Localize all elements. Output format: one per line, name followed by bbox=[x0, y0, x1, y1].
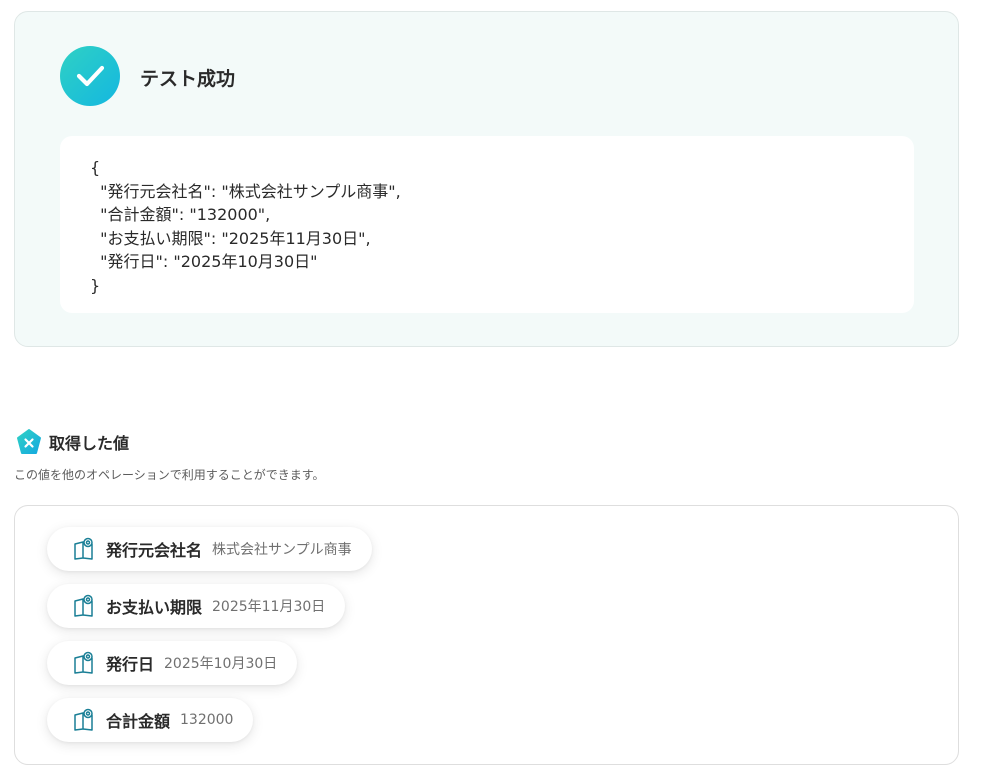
value-key: 合計金額 bbox=[106, 712, 171, 731]
output-value-icon bbox=[74, 708, 93, 731]
test-result-title: テスト成功 bbox=[140, 68, 236, 90]
acquired-values-panel: 発行元会社名 株式会社サンプル商事 お支払い期限 2025年11月30日 発行日… bbox=[14, 505, 959, 765]
output-value-icon bbox=[74, 537, 93, 560]
acquired-values-description: この値を他のオペレーションで利用することができます。 bbox=[14, 468, 325, 482]
value-key: お支払い期限 bbox=[106, 598, 203, 617]
value-chip-issue-date[interactable]: 発行日 2025年10月30日 bbox=[47, 641, 298, 685]
test-result-panel: テスト成功 { "発行元会社名": "株式会社サンプル商事", "合計金額": … bbox=[14, 11, 959, 347]
value-sample: 2025年10月30日 bbox=[164, 656, 278, 672]
value-chip-due-date[interactable]: お支払い期限 2025年11月30日 bbox=[47, 584, 346, 628]
output-value-icon bbox=[74, 594, 93, 617]
json-output-box: { "発行元会社名": "株式会社サンプル商事", "合計金額": "13200… bbox=[60, 136, 914, 313]
acquired-values-title: 取得した値 bbox=[49, 434, 130, 453]
acquired-values-header: 取得した値 bbox=[15, 428, 129, 456]
value-sample: 株式会社サンプル商事 bbox=[212, 542, 352, 558]
variable-x-icon bbox=[17, 429, 41, 454]
value-sample: 2025年11月30日 bbox=[212, 599, 326, 615]
json-line: "発行元会社名": "株式会社サンプル商事", bbox=[90, 181, 401, 201]
output-value-icon bbox=[74, 651, 93, 674]
json-line: "発行日": "2025年10月30日" bbox=[90, 252, 318, 271]
value-key: 発行日 bbox=[106, 655, 155, 674]
value-chip-total[interactable]: 合計金額 132000 bbox=[47, 698, 254, 742]
value-chip-issuer[interactable]: 発行元会社名 株式会社サンプル商事 bbox=[47, 527, 372, 571]
json-line: { bbox=[90, 158, 101, 177]
json-line: "お支払い期限": "2025年11月30日", bbox=[90, 228, 371, 248]
json-line: } bbox=[90, 275, 101, 295]
json-line: "合計金額": "132000", bbox=[90, 205, 271, 224]
check-icon bbox=[60, 46, 120, 106]
value-key: 発行元会社名 bbox=[106, 541, 203, 560]
value-sample: 132000 bbox=[180, 712, 234, 728]
